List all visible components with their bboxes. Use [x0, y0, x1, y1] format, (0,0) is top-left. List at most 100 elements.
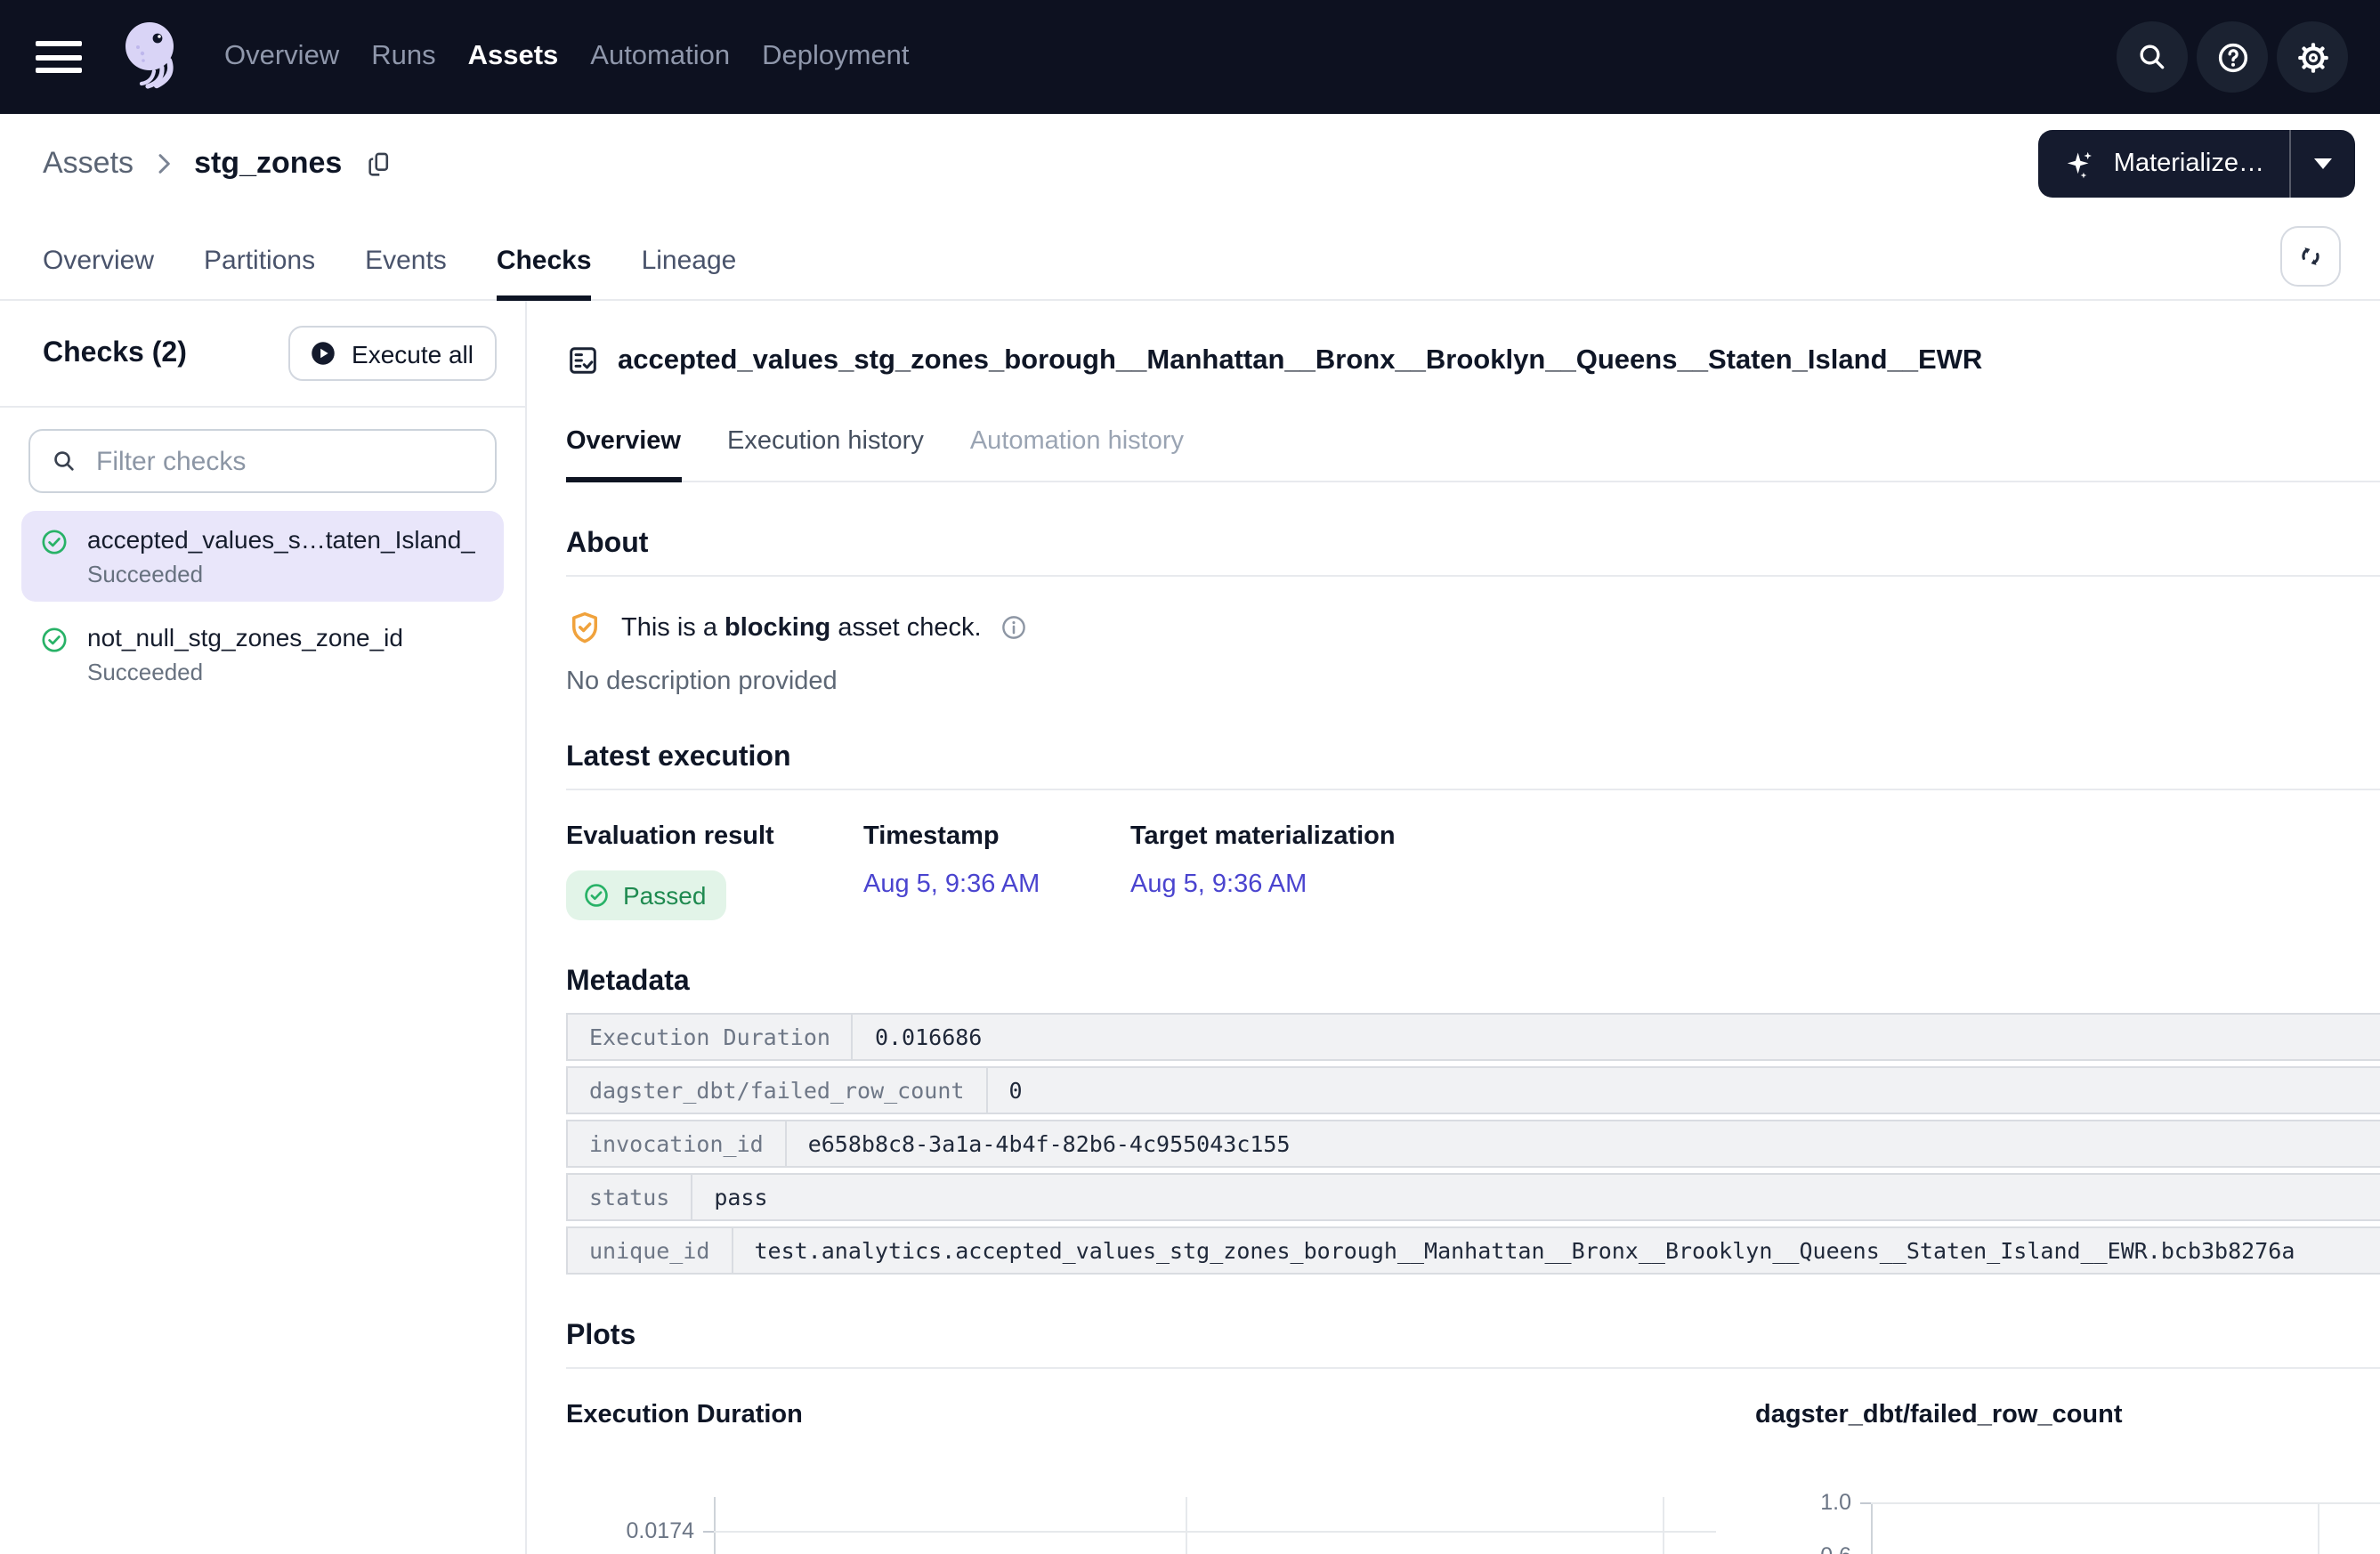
gridline	[714, 1531, 1716, 1533]
tab-lineage[interactable]: Lineage	[642, 246, 737, 299]
target-materialization-header: Target materialization	[1130, 822, 1396, 851]
metadata-table: Execution Duration 0.016686 dagster_dbt/…	[566, 1013, 2380, 1275]
nav-item-deployment[interactable]: Deployment	[762, 41, 909, 73]
chart-plot-area: 0.0174	[566, 1497, 1716, 1554]
check-detail-panel: accepted_values_stg_zones_borough__Manha…	[527, 301, 2380, 1554]
materialize-split-button: Materialize…	[2039, 130, 2355, 198]
tab-overview[interactable]: Overview	[43, 246, 154, 299]
settings-button[interactable]	[2277, 21, 2348, 93]
checks-list: accepted_values_s…taten_Island_ Succeede…	[0, 504, 525, 703]
tab-automation-history: Automation history	[970, 427, 1184, 481]
materialize-label: Materialize…	[2114, 150, 2264, 178]
gridline	[1186, 1497, 1187, 1554]
gear-icon	[2294, 38, 2331, 76]
timestamp-header: Timestamp	[863, 822, 1130, 851]
shield-check-icon	[566, 609, 603, 646]
metadata-value: e658b8c8-3a1a-4b4f-82b6-4c955043c155	[787, 1121, 2380, 1166]
check-status: Succeeded	[87, 561, 475, 587]
metadata-key: invocation_id	[568, 1121, 787, 1166]
primary-nav: Overview Runs Assets Automation Deployme…	[224, 41, 910, 73]
y-axis-tick-mark	[1860, 1502, 1871, 1504]
help-icon	[2214, 38, 2251, 76]
chart-plot-area: 1.0 0.6	[1755, 1497, 2380, 1554]
help-button[interactable]	[2197, 21, 2268, 93]
breadcrumb-assets-link[interactable]: Assets	[43, 146, 134, 182]
top-nav: Overview Runs Assets Automation Deployme…	[0, 0, 2380, 114]
info-icon[interactable]	[1000, 612, 1030, 643]
metadata-heading: Metadata	[566, 967, 2380, 999]
tab-partitions[interactable]: Partitions	[204, 246, 315, 299]
execute-all-label: Execute all	[352, 339, 474, 368]
tab-checks[interactable]: Checks	[497, 246, 592, 299]
check-success-icon	[39, 625, 69, 655]
refresh-button[interactable]	[2280, 226, 2341, 287]
y-axis-tick-mark	[703, 1531, 714, 1533]
materialize-button[interactable]: Materialize…	[2039, 130, 2289, 198]
passed-status-badge: Passed	[566, 870, 725, 920]
check-list-item-not-null[interactable]: not_null_stg_zones_zone_id Succeeded	[21, 609, 504, 700]
checks-sidebar: Checks (2) Execute all	[0, 301, 527, 1554]
check-name: not_null_stg_zones_zone_id	[87, 623, 403, 652]
content: Checks (2) Execute all	[0, 301, 2380, 1554]
timestamp-column: Timestamp Aug 5, 9:36 AM	[863, 822, 1130, 920]
metadata-key: Execution Duration	[568, 1015, 854, 1059]
check-status: Succeeded	[87, 659, 403, 685]
nav-item-runs[interactable]: Runs	[371, 41, 435, 73]
table-row: status pass	[566, 1173, 2380, 1221]
check-title-row: accepted_values_stg_zones_borough__Manha…	[566, 344, 2380, 377]
check-name: accepted_values_s…taten_Island_	[87, 525, 475, 554]
check-detail-title: accepted_values_stg_zones_borough__Manha…	[618, 344, 1982, 376]
filter-checks-input[interactable]	[93, 444, 475, 478]
about-heading: About	[566, 529, 2380, 561]
nav-actions	[2117, 21, 2348, 93]
tab-events[interactable]: Events	[365, 246, 447, 299]
tab-check-overview[interactable]: Overview	[566, 427, 681, 481]
copy-button[interactable]	[361, 145, 399, 182]
caret-down-icon	[2314, 158, 2332, 169]
tab-execution-history[interactable]: Execution history	[727, 427, 924, 481]
execute-all-button[interactable]: Execute all	[287, 326, 497, 381]
metadata-key: dagster_dbt/failed_row_count	[568, 1068, 987, 1113]
nav-item-automation[interactable]: Automation	[590, 41, 730, 73]
execution-duration-chart: Execution Duration 0.0174	[566, 1401, 1716, 1554]
metadata-value: 0.016686	[854, 1015, 2380, 1059]
evaluation-result-header: Evaluation result	[566, 822, 863, 851]
menu-icon[interactable]	[36, 34, 82, 80]
plots-row: Execution Duration 0.0174 dagster_dbt/fa…	[566, 1401, 2380, 1554]
nav-item-assets[interactable]: Assets	[468, 41, 559, 73]
table-row: unique_id test.analytics.accepted_values…	[566, 1226, 2380, 1275]
target-materialization-column: Target materialization Aug 5, 9:36 AM	[1130, 822, 1396, 920]
table-row: Execution Duration 0.016686	[566, 1013, 2380, 1061]
target-materialization-link[interactable]: Aug 5, 9:36 AM	[1130, 870, 1307, 899]
evaluation-result-column: Evaluation result Passed	[566, 822, 863, 920]
y-axis-line	[1871, 1502, 1873, 1554]
asset-tabs: Overview Partitions Events Checks Lineag…	[0, 214, 2380, 301]
metadata-value: test.analytics.accepted_values_stg_zones…	[733, 1228, 2380, 1273]
y-axis-tick: 0.6	[1755, 1543, 1851, 1554]
check-list-item-accepted-values[interactable]: accepted_values_s…taten_Island_ Succeede…	[21, 511, 504, 602]
materialize-dropdown-button[interactable]	[2291, 130, 2355, 198]
nav-item-overview[interactable]: Overview	[224, 41, 339, 73]
asset-check-icon	[566, 344, 600, 377]
check-success-icon	[582, 881, 611, 910]
search-icon	[50, 447, 78, 475]
timestamp-link[interactable]: Aug 5, 9:36 AM	[863, 870, 1040, 899]
y-axis-tick: 1.0	[1755, 1490, 1851, 1515]
search-button[interactable]	[2117, 21, 2188, 93]
blocking-text: This is a blocking asset check.	[621, 613, 982, 642]
chevron-right-icon	[150, 150, 178, 178]
search-icon	[2134, 39, 2170, 75]
copy-icon	[365, 149, 395, 179]
gridline	[1663, 1497, 1664, 1554]
dagster-logo[interactable]	[114, 16, 189, 98]
section-divider	[566, 1367, 2380, 1369]
check-description: No description provided	[566, 668, 2380, 696]
play-circle-icon	[307, 338, 337, 368]
failed-row-count-chart: dagster_dbt/failed_row_count 1.0 0.6	[1755, 1401, 2380, 1554]
checks-header: Checks (2) Execute all	[0, 301, 525, 408]
metadata-value: 0	[987, 1068, 2380, 1113]
breadcrumb-row: Assets stg_zones Materia	[0, 114, 2380, 214]
latest-execution-heading: Latest execution	[566, 742, 2380, 774]
filter-checks-box	[28, 429, 497, 493]
blocking-note: This is a blocking asset check.	[566, 609, 2380, 646]
